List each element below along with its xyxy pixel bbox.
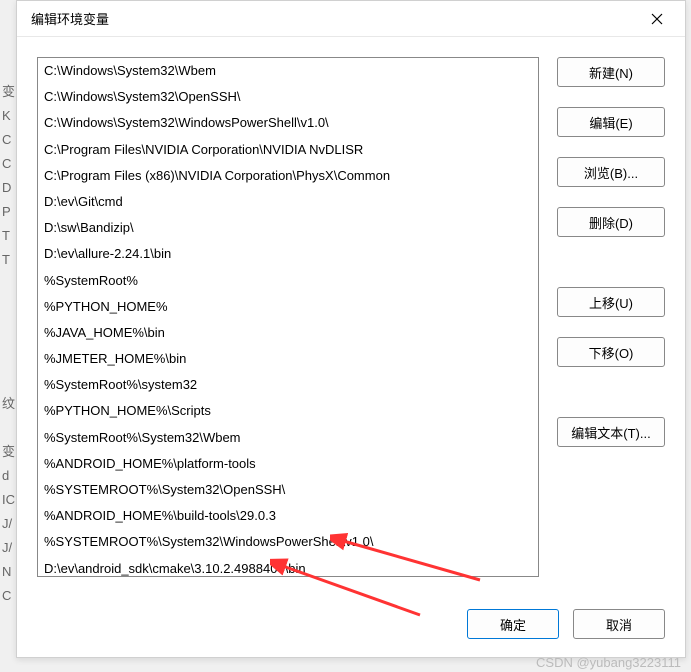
list-item[interactable]: %SystemRoot% bbox=[38, 268, 538, 294]
new-button[interactable]: 新建(N) bbox=[557, 57, 665, 87]
list-item[interactable]: C:\Program Files\NVIDIA Corporation\NVID… bbox=[38, 137, 538, 163]
list-item[interactable]: %SYSTEMROOT%\System32\WindowsPowerShell\… bbox=[38, 529, 538, 555]
list-item[interactable]: D:\sw\Bandizip\ bbox=[38, 215, 538, 241]
list-item[interactable]: C:\Windows\System32\WindowsPowerShell\v1… bbox=[38, 110, 538, 136]
list-item[interactable]: %PYTHON_HOME% bbox=[38, 294, 538, 320]
list-item[interactable]: %PYTHON_HOME%\Scripts bbox=[38, 398, 538, 424]
delete-button[interactable]: 删除(D) bbox=[557, 207, 665, 237]
list-item[interactable]: C:\Program Files (x86)\NVIDIA Corporatio… bbox=[38, 163, 538, 189]
background-partial-text: 变KCCDPTT纹变dICJ/J/NC bbox=[2, 80, 15, 608]
list-container: C:\Windows\System32\Wbem C:\Windows\Syst… bbox=[37, 57, 539, 589]
close-button[interactable] bbox=[637, 4, 677, 34]
button-sidebar: 新建(N) 编辑(E) 浏览(B)... 删除(D) 上移(U) 下移(O) 编… bbox=[557, 57, 665, 589]
watermark: CSDN @yubang3223111 bbox=[536, 655, 681, 670]
list-item[interactable]: %ANDROID_HOME%\platform-tools bbox=[38, 451, 538, 477]
list-item[interactable]: D:\ev\Git\cmd bbox=[38, 189, 538, 215]
list-item[interactable]: %SystemRoot%\System32\Wbem bbox=[38, 425, 538, 451]
path-listbox[interactable]: C:\Windows\System32\Wbem C:\Windows\Syst… bbox=[37, 57, 539, 577]
list-item[interactable]: %ANDROID_HOME%\build-tools\29.0.3 bbox=[38, 503, 538, 529]
edit-text-button[interactable]: 编辑文本(T)... bbox=[557, 417, 665, 447]
edit-button[interactable]: 编辑(E) bbox=[557, 107, 665, 137]
move-up-button[interactable]: 上移(U) bbox=[557, 287, 665, 317]
close-icon bbox=[651, 13, 663, 25]
cancel-button[interactable]: 取消 bbox=[573, 609, 665, 639]
list-item[interactable]: C:\Windows\System32\Wbem bbox=[38, 58, 538, 84]
dialog-title: 编辑环境变量 bbox=[31, 9, 637, 28]
ok-button[interactable]: 确定 bbox=[467, 609, 559, 639]
list-item[interactable]: %JMETER_HOME%\bin bbox=[38, 346, 538, 372]
edit-env-var-dialog: 编辑环境变量 C:\Windows\System32\Wbem C:\Windo… bbox=[16, 0, 686, 658]
browse-button[interactable]: 浏览(B)... bbox=[557, 157, 665, 187]
dialog-footer: 确定 取消 bbox=[17, 599, 685, 657]
dialog-content: C:\Windows\System32\Wbem C:\Windows\Syst… bbox=[17, 37, 685, 599]
list-item[interactable]: %SYSTEMROOT%\System32\OpenSSH\ bbox=[38, 477, 538, 503]
list-item[interactable]: %JAVA_HOME%\bin bbox=[38, 320, 538, 346]
list-item[interactable]: %SystemRoot%\system32 bbox=[38, 372, 538, 398]
list-item[interactable]: D:\ev\android_sdk\cmake\3.10.2.4988404\b… bbox=[38, 556, 538, 577]
move-down-button[interactable]: 下移(O) bbox=[557, 337, 665, 367]
titlebar: 编辑环境变量 bbox=[17, 1, 685, 37]
list-item[interactable]: C:\Windows\System32\OpenSSH\ bbox=[38, 84, 538, 110]
list-item[interactable]: D:\ev\allure-2.24.1\bin bbox=[38, 241, 538, 267]
